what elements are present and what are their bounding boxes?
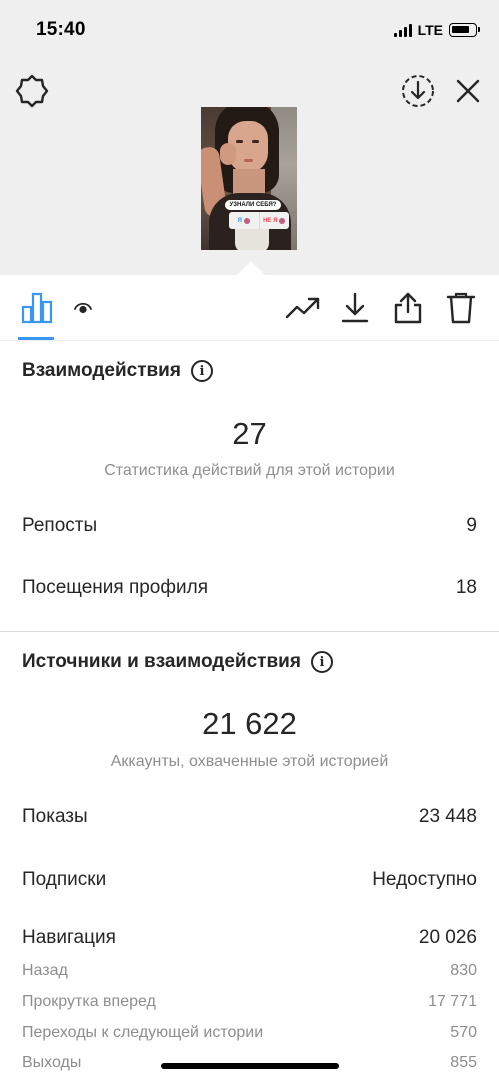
story-thumbnail[interactable]: УЗНАЛИ СЕБЯ? Я НЕ Я [201, 107, 297, 250]
section-divider [0, 631, 499, 632]
info-icon[interactable]: i [310, 651, 333, 673]
row-value: 9 [466, 515, 477, 536]
row-value: 855 [450, 1054, 477, 1071]
list-item: Прокрутка вперед 17 771 [22, 993, 477, 1011]
network-type: LTE [417, 22, 443, 38]
share-icon [394, 292, 422, 324]
row-value: 17 771 [428, 993, 477, 1010]
poll-option-yes: Я [229, 212, 260, 229]
save-button[interactable] [337, 290, 373, 326]
story-toolbar [0, 275, 499, 341]
signal-icon [393, 23, 412, 37]
trash-icon [446, 292, 476, 324]
row-value: 23 448 [418, 806, 477, 827]
row-label: Навигация [22, 927, 116, 948]
row-value: 20 026 [418, 927, 477, 948]
row-value: 18 [455, 577, 477, 598]
download-icon [341, 292, 369, 323]
thumbnail-pointer [237, 261, 265, 275]
list-item: Переходы к следующей истории 570 [22, 1024, 477, 1042]
tab-insights[interactable] [18, 289, 56, 327]
poll-option-no: НЕ Я [260, 212, 290, 229]
settings-icon [15, 74, 49, 108]
discovery-total: 21 622 [202, 706, 297, 741]
trending-up-icon [285, 297, 320, 319]
tab-viewers[interactable] [70, 295, 96, 321]
list-item: Репосты 9 [22, 515, 477, 537]
row-label: Репосты [22, 515, 98, 536]
list-item: Подписки Недоступно [22, 869, 477, 891]
share-button[interactable] [390, 290, 426, 326]
row-label: Выходы [22, 1054, 82, 1071]
row-label: Назад [22, 962, 68, 979]
download-circle-icon [402, 75, 434, 107]
interactions-total: 27 [232, 416, 267, 451]
row-label: Показы [22, 806, 88, 827]
row-label: Прокрутка вперед [22, 993, 156, 1010]
discovery-title: Источники и взаимодействия [22, 651, 301, 672]
interactions-heading: Взаимодействия i [22, 360, 213, 382]
close-button[interactable] [448, 71, 488, 111]
settings-button[interactable] [12, 71, 52, 111]
status-bar: 15:40 LTE [0, 0, 499, 60]
eye-icon [74, 302, 92, 314]
interactions-caption: Статистика действий для этой истории [104, 462, 395, 479]
status-indicators: LTE [393, 22, 480, 38]
info-icon[interactable]: i [190, 360, 213, 382]
discovery-caption: Аккаунты, охваченные этой историей [110, 753, 389, 770]
row-label: Переходы к следующей истории [22, 1024, 264, 1041]
close-icon [456, 79, 480, 103]
list-item: Навигация 20 026 [22, 927, 477, 949]
poll-question: УЗНАЛИ СЕБЯ? [225, 200, 281, 210]
row-label: Посещения профиля [22, 577, 208, 598]
list-item: Назад 830 [22, 962, 477, 980]
row-label: Подписки [22, 869, 107, 890]
list-item: Показы 23 448 [22, 806, 477, 828]
row-value: 830 [450, 962, 477, 979]
download-story-button[interactable] [398, 71, 438, 111]
bar-chart-icon [21, 292, 53, 324]
list-item: Посещения профиля 18 [22, 577, 477, 599]
row-value: Недоступно [372, 869, 477, 890]
poll-sticker: Я НЕ Я [229, 212, 289, 229]
status-time: 15:40 [36, 19, 86, 40]
home-indicator[interactable] [161, 1063, 339, 1069]
active-tab-indicator [18, 337, 54, 340]
battery-icon [449, 23, 480, 37]
discovery-heading: Источники и взаимодействия i [22, 651, 333, 673]
interactions-title: Взаимодействия [22, 360, 181, 381]
promote-button[interactable] [283, 292, 323, 324]
delete-button[interactable] [443, 290, 479, 326]
row-value: 570 [450, 1024, 477, 1041]
